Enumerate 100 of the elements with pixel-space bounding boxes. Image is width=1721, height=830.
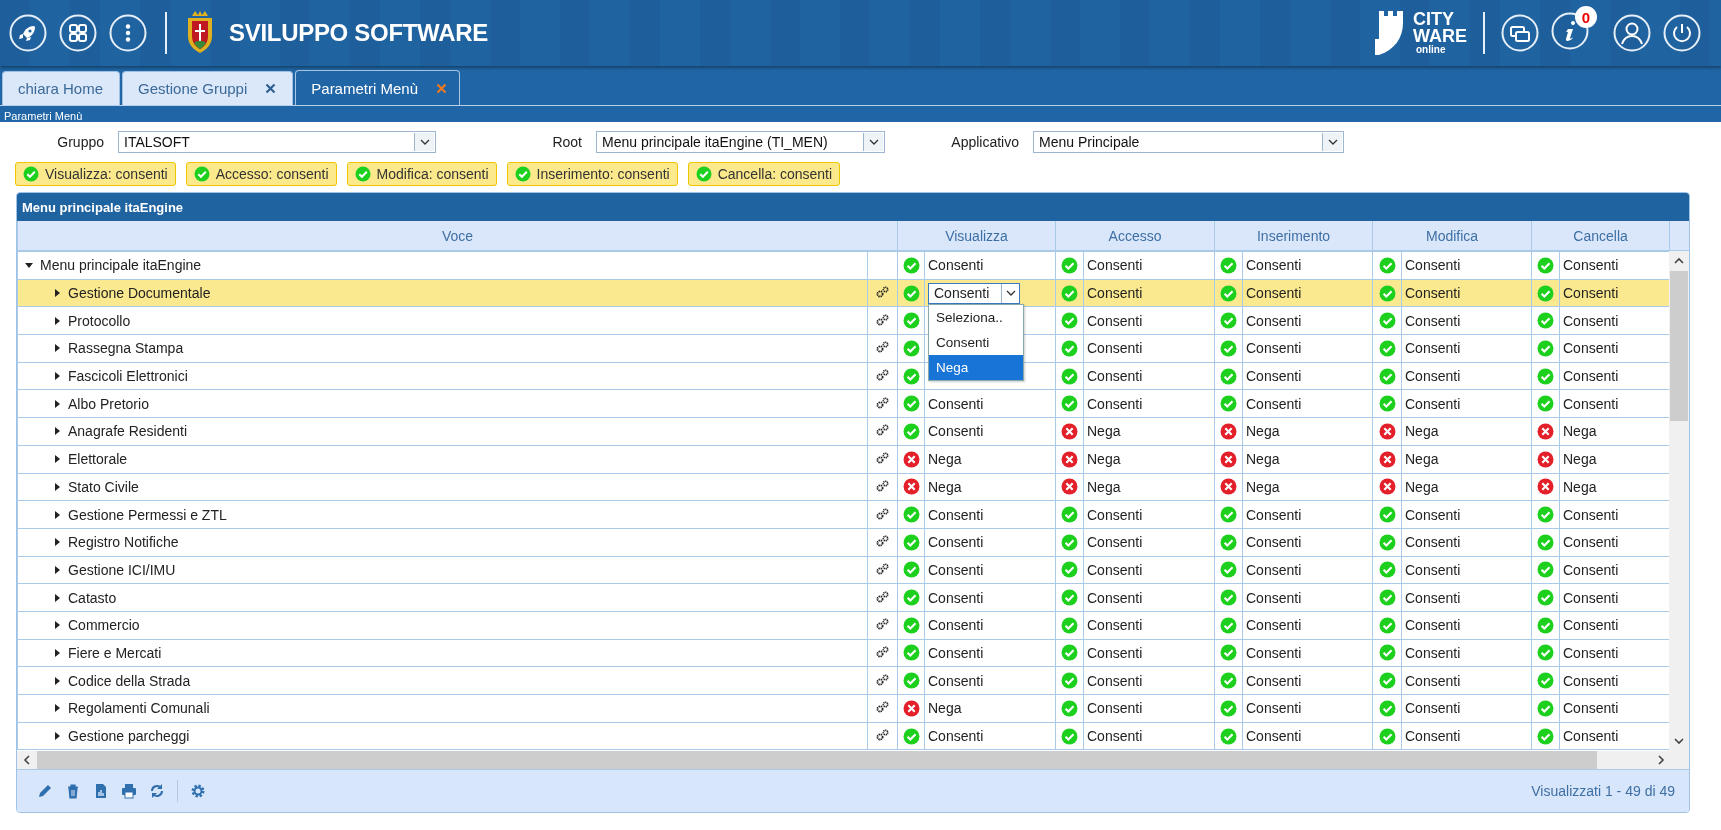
filter-chip[interactable]: Inserimento: consenti (506, 162, 678, 186)
expand-caret-icon[interactable] (52, 454, 62, 465)
horizontal-scrollbar[interactable] (17, 751, 1689, 769)
column-header[interactable]: Visualizza (897, 221, 1056, 251)
select-field[interactable]: Menu Principale (1033, 131, 1344, 153)
pencil-icon[interactable] (37, 783, 53, 799)
table-cell: Consenti (1087, 728, 1143, 745)
table-cell: Protocollo (68, 312, 131, 329)
table-cell: Consenti (1405, 589, 1461, 606)
table-cell: Consenti (1563, 534, 1619, 551)
table-cell: Consenti (1246, 644, 1302, 661)
gears-icon[interactable] (876, 507, 889, 520)
gears-icon[interactable] (876, 673, 889, 686)
select-field[interactable]: Consenti (928, 282, 1020, 304)
gears-icon[interactable] (876, 729, 889, 742)
gears-icon[interactable] (876, 535, 889, 548)
expand-caret-icon[interactable] (52, 703, 62, 714)
expand-caret-icon[interactable] (52, 620, 62, 631)
expand-caret-icon[interactable] (52, 398, 62, 409)
expand-caret-icon[interactable] (52, 564, 62, 575)
table-cell: Nega (928, 700, 962, 717)
table-cell: Consenti (1405, 395, 1461, 412)
windows-button[interactable] (1501, 14, 1539, 52)
gears-icon[interactable] (876, 590, 889, 603)
gears-icon[interactable] (876, 313, 889, 326)
apps-button[interactable] (59, 14, 97, 52)
table-cell: Nega (1405, 451, 1439, 468)
expand-caret-icon[interactable] (52, 343, 62, 354)
gears-icon[interactable] (876, 341, 889, 354)
table-cell: Consenti (1246, 617, 1302, 634)
expand-caret-icon[interactable] (52, 288, 62, 299)
expand-caret-icon[interactable] (52, 647, 62, 658)
table-cell: Consenti (928, 534, 984, 551)
more-button[interactable] (109, 14, 147, 52)
power-button[interactable] (1663, 14, 1701, 52)
refresh-icon[interactable] (149, 783, 165, 799)
table-cell: Consenti (928, 728, 984, 745)
gears-icon[interactable] (876, 396, 889, 409)
select-field[interactable]: ITALSOFT (118, 131, 436, 153)
table-cell: Consenti (1087, 257, 1143, 274)
gears-icon[interactable] (876, 479, 889, 492)
gears-icon[interactable] (876, 452, 889, 465)
gears-icon[interactable] (876, 562, 889, 575)
column-header[interactable]: Inserimento (1214, 221, 1373, 251)
table-cell: Consenti (1405, 644, 1461, 661)
table-cell: Consenti (1563, 644, 1619, 661)
table-cell: Consenti (928, 672, 984, 689)
table-cell: Consenti (1563, 395, 1619, 412)
tab[interactable]: Parametri Menù (295, 70, 460, 105)
caret-icon (868, 139, 879, 145)
column-header[interactable]: Voce (17, 221, 898, 251)
filter-chip[interactable]: Visualizza: consenti (15, 162, 176, 186)
trash-icon[interactable] (65, 783, 81, 799)
table-cell: Fiere e Mercati (68, 644, 162, 661)
tab[interactable]: Gestione Gruppi (122, 71, 294, 105)
column-header[interactable]: Cancella (1531, 221, 1670, 251)
gears-icon[interactable] (876, 701, 889, 714)
expand-caret-icon[interactable] (52, 537, 62, 548)
table-cell: Consenti (1246, 534, 1302, 551)
filter-chip[interactable]: Cancella: consenti (687, 162, 841, 186)
close-icon[interactable] (265, 83, 277, 94)
gears-icon[interactable] (876, 618, 889, 631)
table-cell: Consenti (1246, 506, 1302, 523)
print-icon[interactable] (121, 783, 137, 799)
expand-caret-icon[interactable] (52, 426, 62, 437)
table-cell: Nega (1563, 451, 1597, 468)
table-cell: Consenti (1246, 395, 1302, 412)
expand-caret-icon[interactable] (52, 509, 62, 520)
launch-button[interactable] (9, 14, 47, 52)
table-cell: Consenti (1405, 728, 1461, 745)
gears-icon[interactable] (876, 645, 889, 658)
report-icon[interactable] (93, 783, 109, 799)
table-cell: Consenti (1087, 672, 1143, 689)
table-cell: Gestione ICI/IMU (68, 561, 176, 578)
gears-icon[interactable] (876, 424, 889, 437)
expand-caret-icon[interactable] (52, 481, 62, 492)
column-header[interactable]: Modifica (1372, 221, 1532, 251)
expand-caret-icon[interactable] (52, 731, 62, 742)
table-cell: Consenti (928, 617, 984, 634)
table-cell: Consenti (1246, 312, 1302, 329)
vertical-scrollbar[interactable] (1669, 251, 1689, 751)
gears-icon[interactable] (876, 286, 889, 299)
gears-icon[interactable] (876, 369, 889, 382)
scroll-down-icon[interactable] (1673, 735, 1685, 747)
info-button[interactable] (1551, 12, 1589, 50)
user-button[interactable] (1613, 14, 1651, 52)
dropdown-option[interactable]: Nega (929, 354, 1023, 380)
table-cell: Consenti (1246, 672, 1302, 689)
scroll-left-icon[interactable] (21, 754, 33, 766)
expand-caret-icon[interactable] (52, 315, 62, 326)
expand-caret-icon[interactable] (52, 592, 62, 603)
expand-caret-icon[interactable] (52, 675, 62, 686)
scroll-right-icon[interactable] (1655, 754, 1667, 766)
column-header[interactable]: Accesso (1055, 221, 1215, 251)
expand-caret-icon[interactable] (52, 371, 62, 382)
select-field[interactable]: Menu principale itaEngine (TI_MEN) (596, 131, 885, 153)
tab[interactable]: chiara Home (2, 71, 121, 105)
filter-chip[interactable]: Accesso: consenti (185, 162, 337, 186)
filter-chip[interactable]: Modifica: consenti (346, 162, 497, 186)
settings-icon[interactable] (190, 783, 206, 799)
